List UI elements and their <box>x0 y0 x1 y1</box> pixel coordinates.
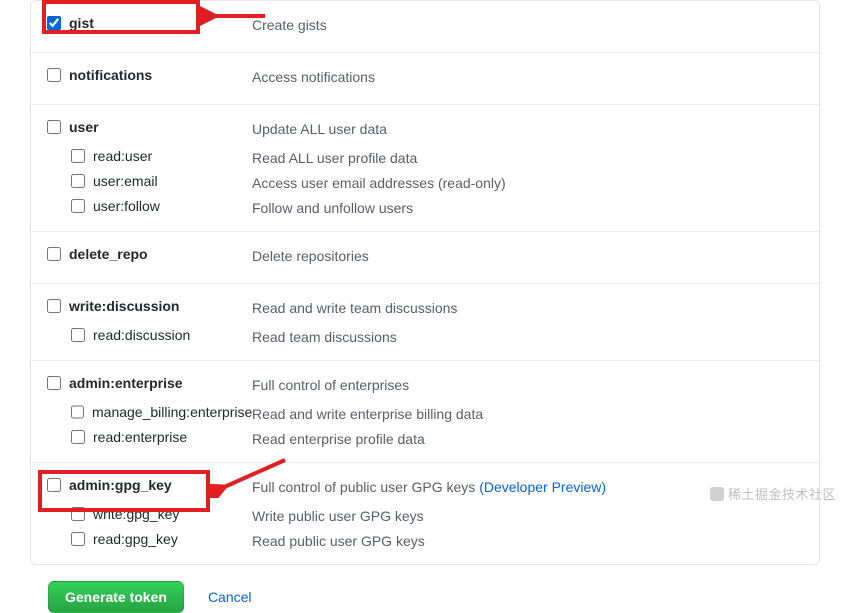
scope-checkbox-manage-billing-enterprise[interactable] <box>71 405 84 419</box>
scope-group-admin-gpg-key: admin:gpg_key Full control of public use… <box>31 462 819 564</box>
scope-desc-read-gpg-key: Read public user GPG keys <box>252 531 803 552</box>
scope-desc-admin-enterprise: Full control of enterprises <box>252 375 803 396</box>
generate-token-button[interactable]: Generate token <box>48 581 184 613</box>
scope-label-user[interactable]: user <box>69 119 99 135</box>
scope-checkbox-delete-repo[interactable] <box>47 247 61 261</box>
scope-desc-admin-gpg-key-text: Full control of public user GPG keys <box>252 479 479 495</box>
scope-row-user-follow: user:follow Follow and unfollow users <box>47 196 803 221</box>
scope-checkbox-read-enterprise[interactable] <box>71 430 85 444</box>
scopes-panel: gist Create gists notifications Access n… <box>30 0 820 565</box>
scope-desc-read-discussion: Read team discussions <box>252 327 803 348</box>
scope-group-admin-enterprise: admin:enterprise Full control of enterpr… <box>31 360 819 462</box>
developer-preview-link[interactable]: (Developer Preview) <box>479 479 606 495</box>
scope-desc-read-enterprise: Read enterprise profile data <box>252 429 803 450</box>
scope-row-user-email: user:email Access user email addresses (… <box>47 171 803 196</box>
scope-row-read-enterprise: read:enterprise Read enterprise profile … <box>47 427 803 452</box>
scope-label-read-enterprise[interactable]: read:enterprise <box>93 429 187 445</box>
cancel-link[interactable]: Cancel <box>208 589 252 605</box>
scope-checkbox-gist[interactable] <box>47 16 61 30</box>
scope-group-notifications: notifications Access notifications <box>31 52 819 104</box>
scope-row-manage-billing-enterprise: manage_billing:enterprise Read and write… <box>47 402 803 427</box>
scope-checkbox-admin-gpg-key[interactable] <box>47 478 61 492</box>
scope-label-read-discussion[interactable]: read:discussion <box>93 327 190 343</box>
scope-desc-manage-billing-enterprise: Read and write enterprise billing data <box>252 404 803 425</box>
scope-label-user-follow[interactable]: user:follow <box>93 198 160 214</box>
scope-group-gist: gist Create gists <box>31 1 819 52</box>
scope-desc-user-email: Access user email addresses (read-only) <box>252 173 803 194</box>
scope-desc-write-discussion: Read and write team discussions <box>252 298 803 319</box>
scope-checkbox-user-follow[interactable] <box>71 199 85 213</box>
scope-label-admin-gpg-key[interactable]: admin:gpg_key <box>69 477 172 493</box>
scope-desc-read-user: Read ALL user profile data <box>252 148 803 169</box>
scope-label-write-gpg-key[interactable]: write:gpg_key <box>93 506 179 522</box>
scope-label-admin-enterprise[interactable]: admin:enterprise <box>69 375 183 391</box>
scope-desc-notifications: Access notifications <box>252 67 803 88</box>
scope-desc-user: Update ALL user data <box>252 119 803 140</box>
scope-label-gist[interactable]: gist <box>69 15 94 31</box>
watermark-text: 稀土掘金技术社区 <box>728 487 836 502</box>
scope-label-read-gpg-key[interactable]: read:gpg_key <box>93 531 178 547</box>
scope-checkbox-notifications[interactable] <box>47 68 61 82</box>
scope-checkbox-write-gpg-key[interactable] <box>71 507 85 521</box>
scope-desc-write-gpg-key: Write public user GPG keys <box>252 506 803 527</box>
watermark-icon <box>710 487 724 501</box>
scope-checkbox-user-email[interactable] <box>71 174 85 188</box>
scope-row-gist: gist Create gists <box>47 13 803 38</box>
scope-row-write-gpg-key: write:gpg_key Write public user GPG keys <box>47 504 803 529</box>
form-actions: Generate token Cancel <box>48 581 820 613</box>
watermark: 稀土掘金技术社区 <box>710 484 836 503</box>
scope-row-write-discussion: write:discussion Read and write team dis… <box>47 296 803 321</box>
scope-label-manage-billing-enterprise[interactable]: manage_billing:enterprise <box>92 404 252 420</box>
scope-checkbox-write-discussion[interactable] <box>47 299 61 313</box>
scope-label-write-discussion[interactable]: write:discussion <box>69 298 179 314</box>
scope-checkbox-admin-enterprise[interactable] <box>47 376 61 390</box>
scope-label-user-email[interactable]: user:email <box>93 173 158 189</box>
scope-row-read-user: read:user Read ALL user profile data <box>47 146 803 171</box>
scope-row-delete-repo: delete_repo Delete repositories <box>47 244 803 269</box>
scope-checkbox-read-gpg-key[interactable] <box>71 532 85 546</box>
scope-row-read-gpg-key: read:gpg_key Read public user GPG keys <box>47 529 803 554</box>
scope-label-delete-repo[interactable]: delete_repo <box>69 246 148 262</box>
scope-desc-delete-repo: Delete repositories <box>252 246 803 267</box>
scope-desc-user-follow: Follow and unfollow users <box>252 198 803 219</box>
scope-row-notifications: notifications Access notifications <box>47 65 803 90</box>
scope-row-admin-enterprise: admin:enterprise Full control of enterpr… <box>47 373 803 398</box>
scope-row-read-discussion: read:discussion Read team discussions <box>47 325 803 350</box>
scope-label-read-user[interactable]: read:user <box>93 148 152 164</box>
scope-checkbox-user[interactable] <box>47 120 61 134</box>
scope-row-user: user Update ALL user data <box>47 117 803 142</box>
scope-checkbox-read-discussion[interactable] <box>71 328 85 342</box>
scope-row-admin-gpg-key: admin:gpg_key Full control of public use… <box>47 475 803 500</box>
scope-label-notifications[interactable]: notifications <box>69 67 152 83</box>
scope-checkbox-read-user[interactable] <box>71 149 85 163</box>
scope-group-user: user Update ALL user data read:user Read… <box>31 104 819 231</box>
scope-desc-gist: Create gists <box>252 15 803 36</box>
scope-group-delete-repo: delete_repo Delete repositories <box>31 231 819 283</box>
scope-group-write-discussion: write:discussion Read and write team dis… <box>31 283 819 360</box>
